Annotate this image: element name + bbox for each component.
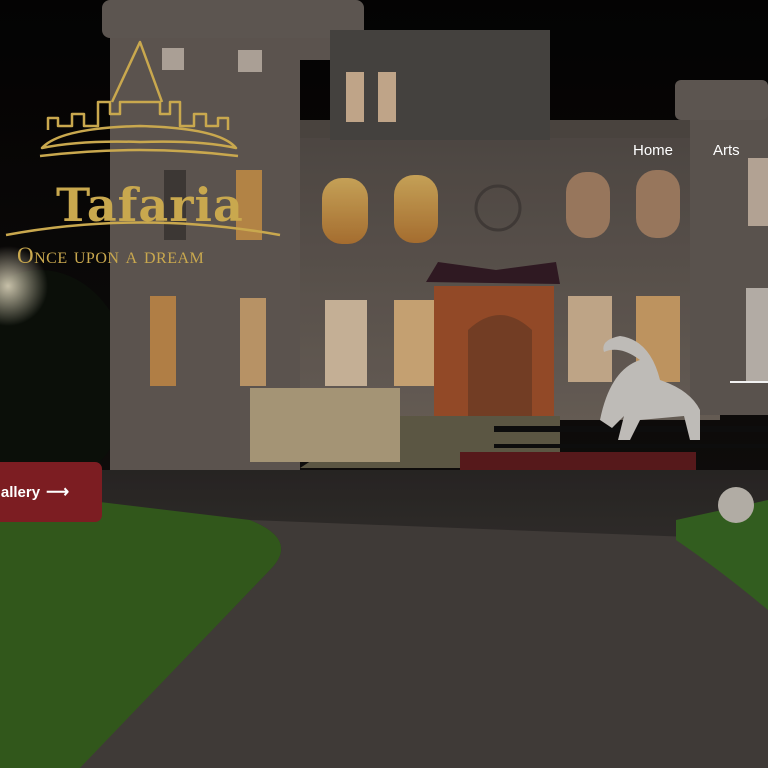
brand-tagline: Once upon a dream — [17, 243, 205, 268]
nav-item-arts[interactable]: Arts — [713, 142, 740, 159]
castle-crown-icon — [5, 40, 281, 237]
tafaria-logo[interactable]: Tafaria Once upon a dream — [0, 30, 290, 275]
gallery-button-label: Gallery — [0, 483, 41, 501]
nav-active-indicator — [730, 381, 768, 383]
gallery-button[interactable]: Gallery ⟶ — [0, 462, 102, 522]
brand-name: Tafaria — [56, 178, 244, 232]
hero-section: Tafaria Once upon a dream Home Arts Gall… — [0, 0, 768, 768]
arrow-right-icon: ⟶ — [46, 484, 69, 501]
nav-item-home[interactable]: Home — [633, 142, 673, 159]
